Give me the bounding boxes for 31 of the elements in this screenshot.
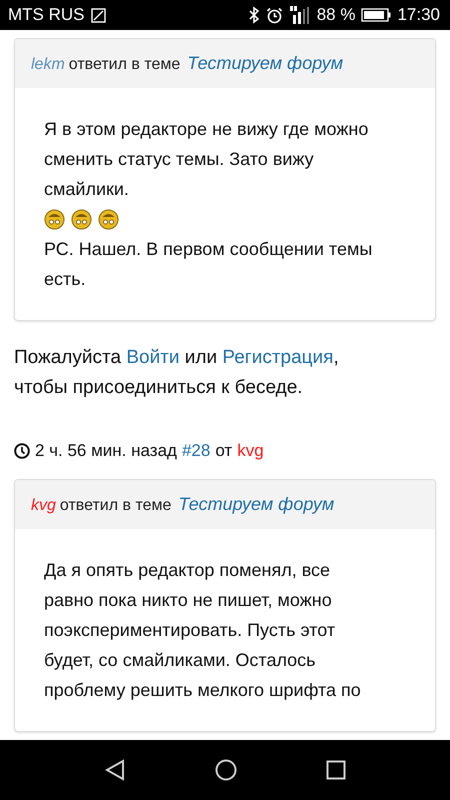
- smiley-icon: [71, 208, 92, 230]
- recents-icon[interactable]: [326, 760, 346, 780]
- clock-time: 17:30: [397, 5, 440, 25]
- author-link[interactable]: kvg: [31, 497, 56, 515]
- login-prompt: Пожалуйста Войти или Регистрация, чтобы присоединиться к беседе.: [14, 346, 340, 400]
- signal-icon: [288, 5, 311, 25]
- login-link[interactable]: Войти: [126, 347, 180, 368]
- post-text: РС. Нашел. В первом сообщении темы есть.: [44, 238, 374, 291]
- home-icon[interactable]: [214, 759, 237, 781]
- back-icon[interactable]: [104, 759, 126, 781]
- clock-icon: [14, 443, 30, 459]
- topic-link[interactable]: Тестируем форум: [187, 53, 344, 74]
- author-link[interactable]: kvg: [237, 441, 264, 461]
- post-text: Да я опять редактор поменял, все равно пока никто не пишет, можно поэкспериментировать. Пусть этот будет, со смайликами. Осталось проблему решить мелкого шрифта по: [44, 559, 362, 702]
- post-time: 2 ч. 56 мин. назад: [35, 441, 177, 461]
- smiley-icon: [44, 208, 65, 230]
- register-link[interactable]: Регистрация: [222, 347, 334, 368]
- image-icon: [90, 8, 106, 22]
- author-link[interactable]: lekm: [31, 56, 65, 74]
- carrier-name: MTS RUS: [8, 5, 84, 25]
- battery-percent: 88 %: [316, 5, 356, 25]
- action-text: ответил в теме: [60, 497, 172, 515]
- post-number-link[interactable]: #28: [182, 441, 210, 461]
- smiley-icon: [98, 208, 119, 230]
- post-text: Я в этом редакторе не вижу где можно сменить статус темы. Зато вижу смайлики.: [44, 118, 370, 201]
- bluetooth-icon: [248, 6, 260, 24]
- alarm-icon: [266, 6, 283, 24]
- battery-icon: [361, 8, 392, 22]
- by-text: от: [215, 441, 232, 461]
- topic-link[interactable]: Тестируем форум: [178, 494, 334, 515]
- action-text: ответил в теме: [68, 56, 180, 74]
